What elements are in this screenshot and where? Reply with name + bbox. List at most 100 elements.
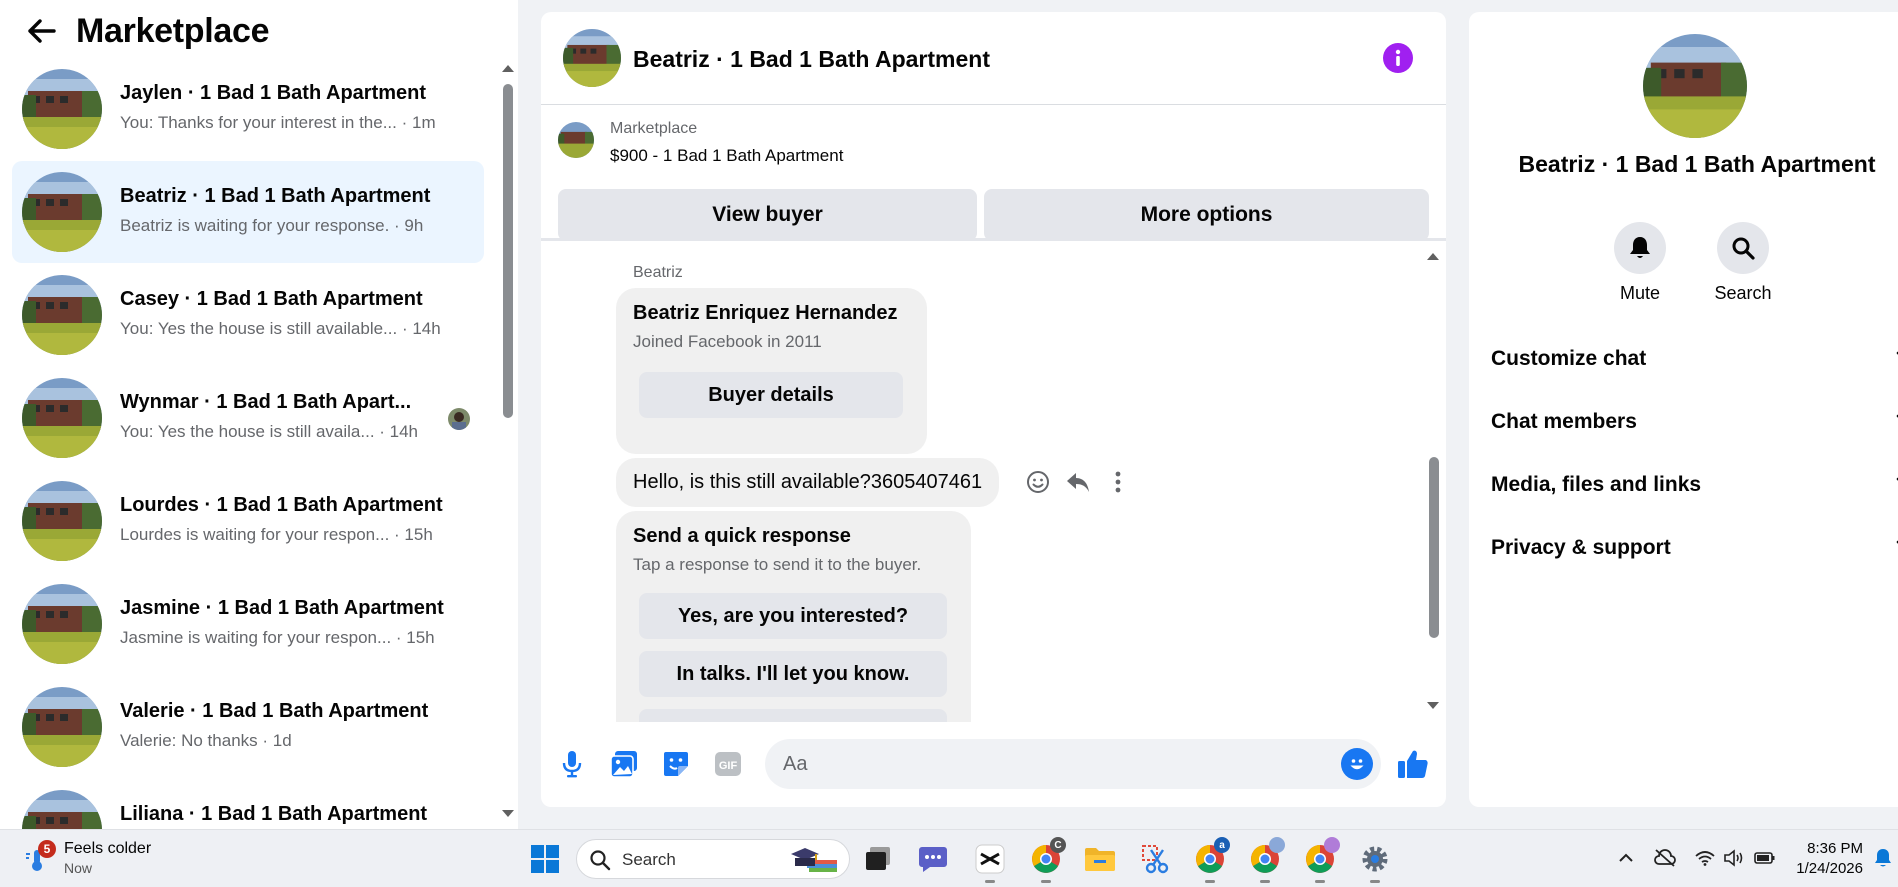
conversation-item[interactable]: Lourdes · 1 Bad 1 Bath Apartment Lourdes… — [12, 470, 484, 572]
capcut-icon — [975, 844, 1005, 874]
scissors-icon — [1142, 845, 1169, 874]
listing-bar: Marketplace $900 - 1 Bad 1 Bath Apartmen… — [541, 106, 1446, 241]
conversation-item[interactable]: Valerie · 1 Bad 1 Bath Apartment Valerie… — [12, 676, 484, 778]
view-buyer-button[interactable]: View buyer — [558, 189, 977, 241]
conversation-item[interactable]: Wynmar · 1 Bad 1 Bath Apart... You: Yes … — [12, 367, 484, 469]
chrome-profile-4-button[interactable] — [1302, 837, 1340, 883]
mute-button[interactable]: Mute — [1595, 222, 1685, 304]
chrome-profile-a-button[interactable]: a — [1192, 837, 1230, 883]
clock-date: 1/24/2026 — [1796, 860, 1863, 877]
conversation-preview: You: Yes the house is still availa... · … — [120, 422, 419, 441]
running-indicator — [1260, 880, 1270, 883]
section-privacy-support[interactable]: Privacy & support — [1491, 523, 1898, 573]
start-button[interactable] — [527, 841, 563, 877]
gear-icon — [1362, 846, 1388, 872]
like-button[interactable] — [1396, 747, 1430, 781]
snipping-tool-button[interactable] — [1138, 841, 1174, 877]
show-hidden-icons-button[interactable] — [1615, 847, 1637, 869]
task-view-button[interactable] — [860, 841, 896, 877]
sidebar-title: Marketplace — [76, 11, 270, 50]
reply-button[interactable] — [1062, 464, 1094, 500]
chrome-profile-c-button[interactable]: C — [1028, 837, 1066, 883]
gif-button[interactable]: GIF — [711, 747, 745, 781]
scroll-up-icon[interactable] — [1427, 252, 1439, 260]
conversation-item[interactable]: Jasmine · 1 Bad 1 Bath Apartment Jasmine… — [12, 573, 484, 675]
cloud-off-icon — [1654, 849, 1676, 867]
weather-widget[interactable]: 5 Feels colder Now — [24, 840, 184, 880]
scroll-down-icon[interactable] — [1427, 702, 1439, 710]
emoji-icon — [1350, 759, 1364, 770]
section-label: Media, files and links — [1491, 473, 1702, 496]
listing-thumbnail[interactable] — [558, 122, 594, 158]
more-vertical-icon — [1115, 471, 1121, 493]
section-media-files-links[interactable]: Media, files and links — [1491, 460, 1898, 510]
message-scrollbar[interactable] — [1422, 244, 1446, 722]
notifications-button[interactable] — [1872, 847, 1894, 869]
battery-button[interactable] — [1754, 847, 1776, 869]
conversation-name: Wynmar · 1 Bad 1 Bath Apart... — [120, 391, 412, 413]
buyer-details-button[interactable]: Buyer details — [639, 372, 903, 418]
wifi-button[interactable] — [1694, 847, 1716, 869]
graduation-books-icon — [791, 848, 837, 872]
teams-chat-button[interactable] — [915, 841, 951, 877]
message-sender: Beatriz — [633, 264, 683, 281]
volume-button[interactable] — [1724, 847, 1746, 869]
scroll-up-icon[interactable] — [502, 64, 514, 72]
conversation-item[interactable]: Liliana · 1 Bad 1 Bath Apartment — [12, 779, 484, 829]
scrollbar-thumb[interactable] — [503, 84, 513, 418]
chat-title[interactable]: Beatriz · 1 Bad 1 Bath Apartment — [633, 46, 990, 73]
quick-response-option[interactable]: Sorry, it's not available — [639, 709, 947, 722]
conversation-preview: Beatriz is waiting for your response. · … — [120, 216, 424, 235]
running-indicator — [1041, 880, 1051, 883]
search-icon — [1732, 237, 1755, 260]
emoji-button[interactable] — [1341, 748, 1373, 780]
scrollbar-thumb[interactable] — [1429, 457, 1439, 638]
conversation-name: Liliana · 1 Bad 1 Bath Apartment — [120, 803, 428, 825]
scroll-down-icon[interactable] — [502, 810, 514, 818]
conversation-sidebar: Marketplace Jaylen · 1 Bad 1 Bath Apartm… — [0, 0, 518, 829]
sticker-button[interactable] — [659, 747, 693, 781]
search-label: Search — [622, 850, 676, 869]
listing-title[interactable]: $900 - 1 Bad 1 Bath Apartment — [610, 146, 843, 166]
avatar — [22, 275, 102, 355]
arrow-left-icon — [28, 19, 56, 43]
sync-off-button[interactable] — [1654, 847, 1676, 869]
avatar[interactable] — [563, 29, 621, 87]
system-clock[interactable]: 8:36 PM 1/24/2026 — [1783, 839, 1863, 879]
more-button[interactable] — [1102, 464, 1134, 500]
clock-time: 8:36 PM — [1807, 840, 1863, 857]
weather-subtitle: Now — [64, 860, 93, 876]
message-composer: GIF — [541, 734, 1446, 794]
sidebar-scrollbar[interactable] — [498, 58, 518, 829]
message-input[interactable] — [765, 739, 1381, 789]
back-button[interactable] — [20, 9, 64, 53]
listing-source: Marketplace — [610, 120, 698, 137]
more-options-button[interactable]: More options — [984, 189, 1429, 241]
chrome-profile-3-button[interactable] — [1247, 837, 1285, 883]
seen-avatar — [448, 408, 470, 430]
info-button[interactable] — [1383, 43, 1413, 73]
conversation-list: Jaylen · 1 Bad 1 Bath Apartment You: Tha… — [0, 58, 500, 829]
conversation-item[interactable]: Jaylen · 1 Bad 1 Bath Apartment You: Tha… — [12, 58, 484, 160]
buyer-profile-card: Beatriz Enriquez Hernandez Joined Facebo… — [616, 288, 927, 454]
quick-response-option[interactable]: In talks. I'll let you know. — [639, 651, 947, 697]
message-bubble[interactable]: Hello, is this still available?360540746… — [616, 458, 1000, 507]
react-button[interactable] — [1022, 464, 1054, 500]
avatar — [22, 481, 102, 561]
conversation-item[interactable]: Casey · 1 Bad 1 Bath Apartment You: Yes … — [12, 264, 484, 366]
voice-clip-button[interactable] — [555, 747, 589, 781]
conversation-item-active[interactable]: Beatriz · 1 Bad 1 Bath Apartment Beatriz… — [12, 161, 484, 263]
avatar[interactable] — [1643, 34, 1747, 138]
file-explorer-button[interactable] — [1082, 841, 1118, 877]
profile-badge: a — [1214, 837, 1230, 853]
message-actions — [1022, 464, 1142, 500]
settings-button[interactable] — [1357, 841, 1393, 883]
buyer-full-name: Beatriz Enriquez Hernandez — [633, 302, 898, 324]
section-chat-members[interactable]: Chat members — [1491, 397, 1898, 447]
section-customize-chat[interactable]: Customize chat — [1491, 334, 1898, 384]
search-in-chat-button[interactable]: Search — [1698, 222, 1788, 304]
quick-response-option[interactable]: Yes, are you interested? — [639, 593, 947, 639]
attach-photo-button[interactable] — [607, 747, 641, 781]
taskbar-search[interactable]: Search — [576, 839, 850, 879]
capcut-button[interactable] — [972, 841, 1008, 883]
